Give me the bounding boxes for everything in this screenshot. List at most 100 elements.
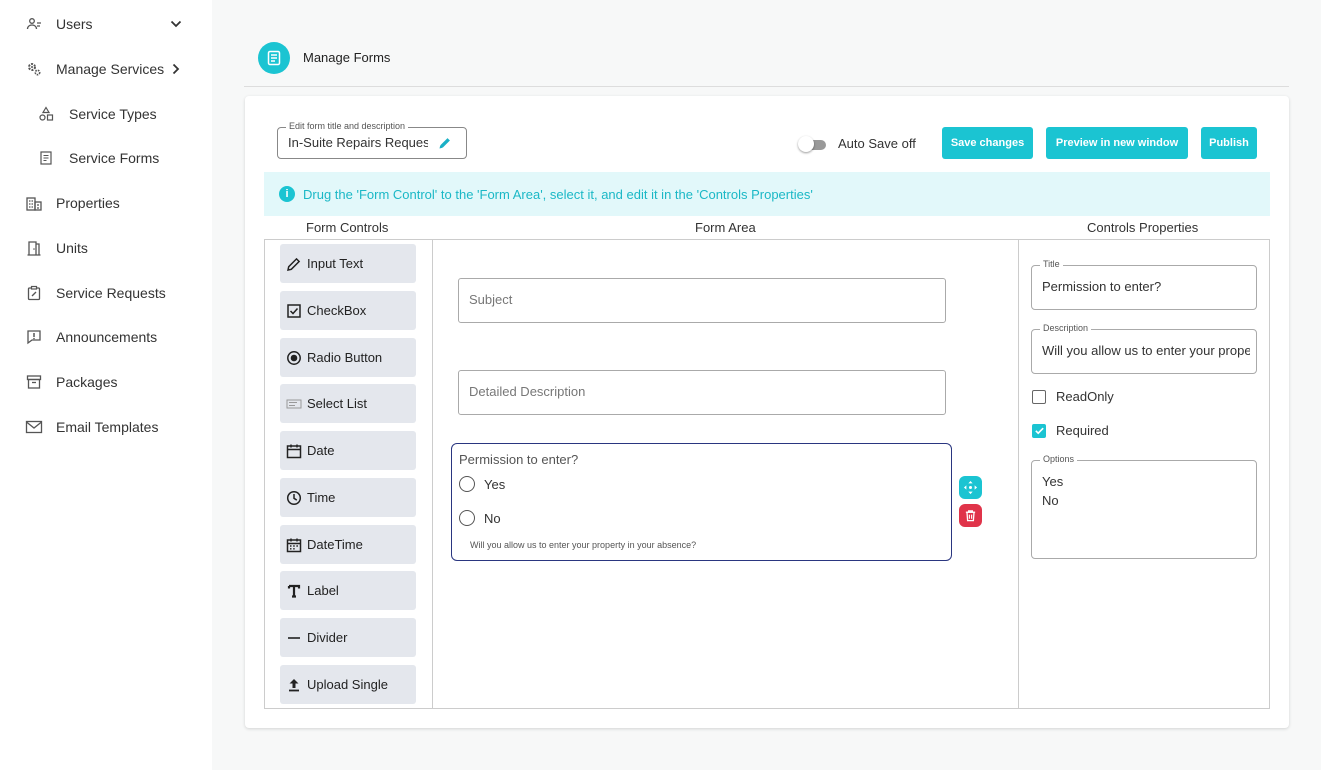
delete-button[interactable] — [959, 504, 982, 527]
sidebar-item-label: Manage Services — [56, 61, 165, 77]
radio-group-selected[interactable]: Permission to enter? Yes No Will you all… — [451, 443, 952, 561]
sidebar-item-label: Email Templates — [56, 419, 159, 435]
form-area-heading: Form Area — [695, 220, 756, 235]
text-t-icon — [286, 583, 302, 599]
radio-description: Will you allow us to enter your property… — [470, 540, 697, 550]
control-input-text[interactable]: Input Text — [280, 244, 416, 283]
required-checkbox[interactable]: Required — [1032, 423, 1109, 438]
sidebar-item-email-templates[interactable]: Email Templates — [0, 415, 212, 439]
control-label: CheckBox — [307, 303, 367, 318]
form-title-input[interactable] — [288, 135, 428, 150]
check-icon — [1034, 427, 1044, 435]
checkbox-box[interactable] — [1032, 389, 1046, 404]
pencil-edit-icon[interactable] — [438, 136, 452, 150]
property-description-field[interactable]: Description Will you allow us to enter y… — [1031, 323, 1257, 374]
radio-circle[interactable] — [459, 510, 475, 526]
subject-field[interactable]: Subject — [458, 278, 946, 323]
control-label: Label — [307, 583, 339, 598]
document-icon — [36, 148, 56, 168]
divider-icon — [286, 630, 302, 646]
control-checkbox[interactable]: CheckBox — [280, 291, 416, 330]
property-options-field[interactable]: Options Yes No — [1031, 454, 1257, 559]
sidebar-item-service-types[interactable]: Service Types — [0, 102, 212, 126]
upload-icon — [286, 677, 302, 693]
control-date[interactable]: Date — [280, 431, 416, 470]
radio-option-label: Yes — [484, 476, 506, 492]
calendar-icon — [286, 443, 302, 459]
door-icon — [24, 238, 44, 258]
option-value[interactable]: No — [1042, 493, 1250, 508]
alert-message-icon — [24, 327, 44, 347]
chevron-right-icon[interactable] — [169, 62, 183, 76]
sidebar-item-manage-services[interactable]: Manage Services — [0, 57, 212, 81]
control-divider[interactable]: Divider — [280, 618, 416, 657]
control-datetime[interactable]: DateTime — [280, 525, 416, 564]
control-upload-single[interactable]: Upload Single — [280, 665, 416, 704]
readonly-label: ReadOnly — [1056, 389, 1114, 404]
form-title-field-label: Edit form title and description — [286, 121, 409, 131]
property-title-value[interactable]: Permission to enter? — [1042, 279, 1250, 294]
control-select-list[interactable]: Select List — [280, 384, 416, 423]
users-icon — [24, 14, 44, 34]
form-controls-panel: Input Text CheckBox Radio Button Select … — [264, 239, 432, 709]
autosave-toggle[interactable] — [798, 136, 828, 152]
property-options-label: Options — [1040, 454, 1078, 464]
sidebar-item-packages[interactable]: Packages — [0, 370, 212, 394]
radio-option-no[interactable]: No — [459, 510, 501, 526]
sidebar-item-service-forms[interactable]: Service Forms — [0, 146, 212, 170]
controls-properties-panel: Title Permission to enter? Description W… — [1019, 239, 1270, 709]
controls-properties-heading: Controls Properties — [1087, 220, 1199, 235]
control-label: Upload Single — [307, 677, 388, 692]
option-value[interactable]: Yes — [1042, 474, 1250, 489]
description-placeholder: Detailed Description — [469, 384, 586, 399]
sidebar-item-label: Users — [56, 16, 93, 32]
form-builder-card: Edit form title and description Auto Sav… — [245, 96, 1289, 728]
clock-icon — [286, 490, 302, 506]
detailed-description-field[interactable]: Detailed Description — [458, 370, 946, 415]
sidebar-item-label: Service Requests — [56, 285, 166, 301]
sidebar-item-announcements[interactable]: Announcements — [0, 325, 212, 349]
checkbox-checked[interactable] — [1032, 423, 1046, 438]
property-title-label: Title — [1040, 259, 1063, 269]
sidebar-item-service-requests[interactable]: Service Requests — [0, 281, 212, 305]
autosave-label: Auto Save off — [838, 136, 916, 151]
control-radio-button[interactable]: Radio Button — [280, 338, 416, 377]
trash-icon — [965, 510, 976, 522]
sidebar-item-label: Properties — [56, 195, 120, 211]
control-label: Radio Button — [307, 350, 383, 365]
page-title: Manage Forms — [303, 50, 391, 65]
sidebar-item-users[interactable]: Users — [0, 12, 212, 36]
toggle-thumb — [798, 136, 814, 152]
property-title-field[interactable]: Title Permission to enter? — [1031, 259, 1257, 310]
checkbox-icon — [286, 303, 302, 319]
sidebar-item-label: Service Types — [69, 106, 157, 122]
radio-option-yes[interactable]: Yes — [459, 476, 505, 492]
property-description-value[interactable]: Will you allow us to enter your property… — [1042, 343, 1250, 358]
control-label: Input Text — [307, 256, 364, 271]
sidebar-item-label: Packages — [56, 374, 118, 390]
publish-button[interactable]: Publish — [1201, 127, 1257, 159]
sidebar-item-properties[interactable]: Properties — [0, 191, 212, 215]
save-changes-button[interactable]: Save changes — [942, 127, 1033, 159]
envelope-icon — [24, 417, 44, 437]
radio-icon — [286, 350, 302, 366]
chevron-down-icon[interactable] — [169, 17, 183, 31]
preview-button[interactable]: Preview in new window — [1046, 127, 1188, 159]
move-arrows-icon — [963, 480, 978, 495]
control-time[interactable]: Time — [280, 478, 416, 517]
form-area-panel: Subject Detailed Description Permission … — [432, 239, 1019, 709]
radio-circle[interactable] — [459, 476, 475, 492]
move-button[interactable] — [959, 476, 982, 499]
readonly-checkbox[interactable]: ReadOnly — [1032, 389, 1114, 404]
info-text: Drug the 'Form Control' to the 'Form Are… — [303, 186, 813, 202]
control-label: Select List — [307, 396, 367, 411]
sidebar-item-label: Units — [56, 240, 88, 256]
sidebar-item-units[interactable]: Units — [0, 236, 212, 260]
form-controls-heading: Form Controls — [306, 220, 389, 235]
required-label: Required — [1056, 423, 1109, 438]
clipboard-icon — [24, 283, 44, 303]
form-title-field[interactable]: Edit form title and description — [277, 121, 467, 159]
control-label[interactable]: Label — [280, 571, 416, 610]
sidebar: Users Manage Services Service Types Serv… — [0, 0, 212, 770]
gears-icon — [24, 59, 44, 79]
